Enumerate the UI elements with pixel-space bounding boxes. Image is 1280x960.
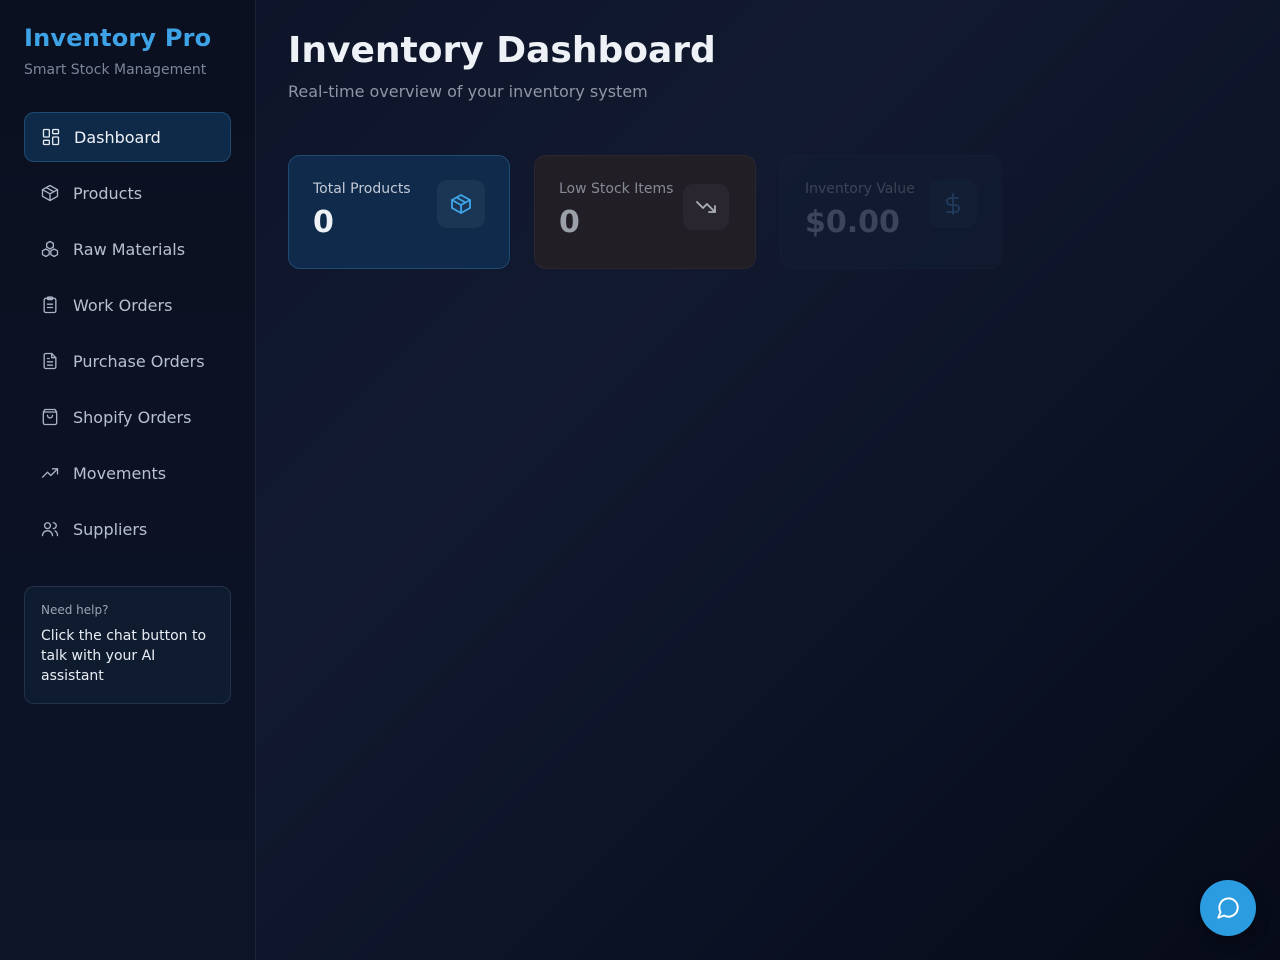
trending-down-icon bbox=[683, 184, 729, 230]
page-title: Inventory Dashboard bbox=[288, 30, 716, 71]
sidebar-item-label: Suppliers bbox=[73, 519, 148, 539]
clipboard-icon bbox=[40, 295, 60, 315]
stat-card-total-products: Total Products 0 bbox=[288, 155, 510, 269]
sidebar-item-label: Shopify Orders bbox=[73, 407, 192, 427]
layout-grid-icon bbox=[41, 127, 61, 147]
dollar-icon bbox=[929, 180, 977, 228]
package-icon bbox=[437, 180, 485, 228]
stats-cards: Total Products 0 Low Stock Items 0 Inven… bbox=[288, 155, 1002, 269]
users-icon bbox=[40, 519, 60, 539]
shopping-bag-icon bbox=[40, 407, 60, 427]
message-circle-icon bbox=[1215, 895, 1241, 921]
help-text: Click the chat button to talk with your … bbox=[41, 628, 207, 684]
trending-up-icon bbox=[40, 463, 60, 483]
stat-card-low-stock: Low Stock Items 0 bbox=[534, 155, 756, 269]
sidebar: Inventory Pro Smart Stock Management Das… bbox=[0, 0, 256, 960]
sidebar-item-products[interactable]: Products bbox=[24, 168, 231, 218]
brand-title: Inventory Pro bbox=[24, 24, 212, 52]
sidebar-item-label: Dashboard bbox=[74, 127, 161, 147]
boxes-icon bbox=[40, 239, 60, 259]
sidebar-item-purchase-orders[interactable]: Purchase Orders bbox=[24, 336, 231, 386]
sidebar-item-raw-materials[interactable]: Raw Materials bbox=[24, 224, 231, 274]
sidebar-item-label: Movements bbox=[73, 463, 167, 483]
file-text-icon bbox=[40, 351, 60, 371]
sidebar-item-label: Products bbox=[73, 183, 143, 203]
brand-subtitle: Smart Stock Management bbox=[24, 62, 207, 78]
sidebar-item-label: Work Orders bbox=[73, 295, 173, 315]
help-panel: Need help? Click the chat button to talk… bbox=[24, 586, 231, 704]
sidebar-item-shopify-orders[interactable]: Shopify Orders bbox=[24, 392, 231, 442]
sidebar-item-label: Raw Materials bbox=[73, 239, 186, 259]
sidebar-nav: Dashboard Products Raw Materials Work Or… bbox=[24, 112, 231, 560]
sidebar-item-movements[interactable]: Movements bbox=[24, 448, 231, 498]
stat-card-inventory-value: Inventory Value $0.00 bbox=[780, 155, 1002, 269]
sidebar-item-label: Purchase Orders bbox=[73, 351, 205, 371]
page-subtitle: Real-time overview of your inventory sys… bbox=[288, 82, 648, 101]
sidebar-item-suppliers[interactable]: Suppliers bbox=[24, 504, 231, 554]
chat-button[interactable] bbox=[1200, 880, 1256, 936]
package-icon bbox=[40, 183, 60, 203]
help-title: Need help? bbox=[41, 603, 109, 617]
sidebar-item-work-orders[interactable]: Work Orders bbox=[24, 280, 231, 330]
sidebar-item-dashboard[interactable]: Dashboard bbox=[24, 112, 231, 162]
